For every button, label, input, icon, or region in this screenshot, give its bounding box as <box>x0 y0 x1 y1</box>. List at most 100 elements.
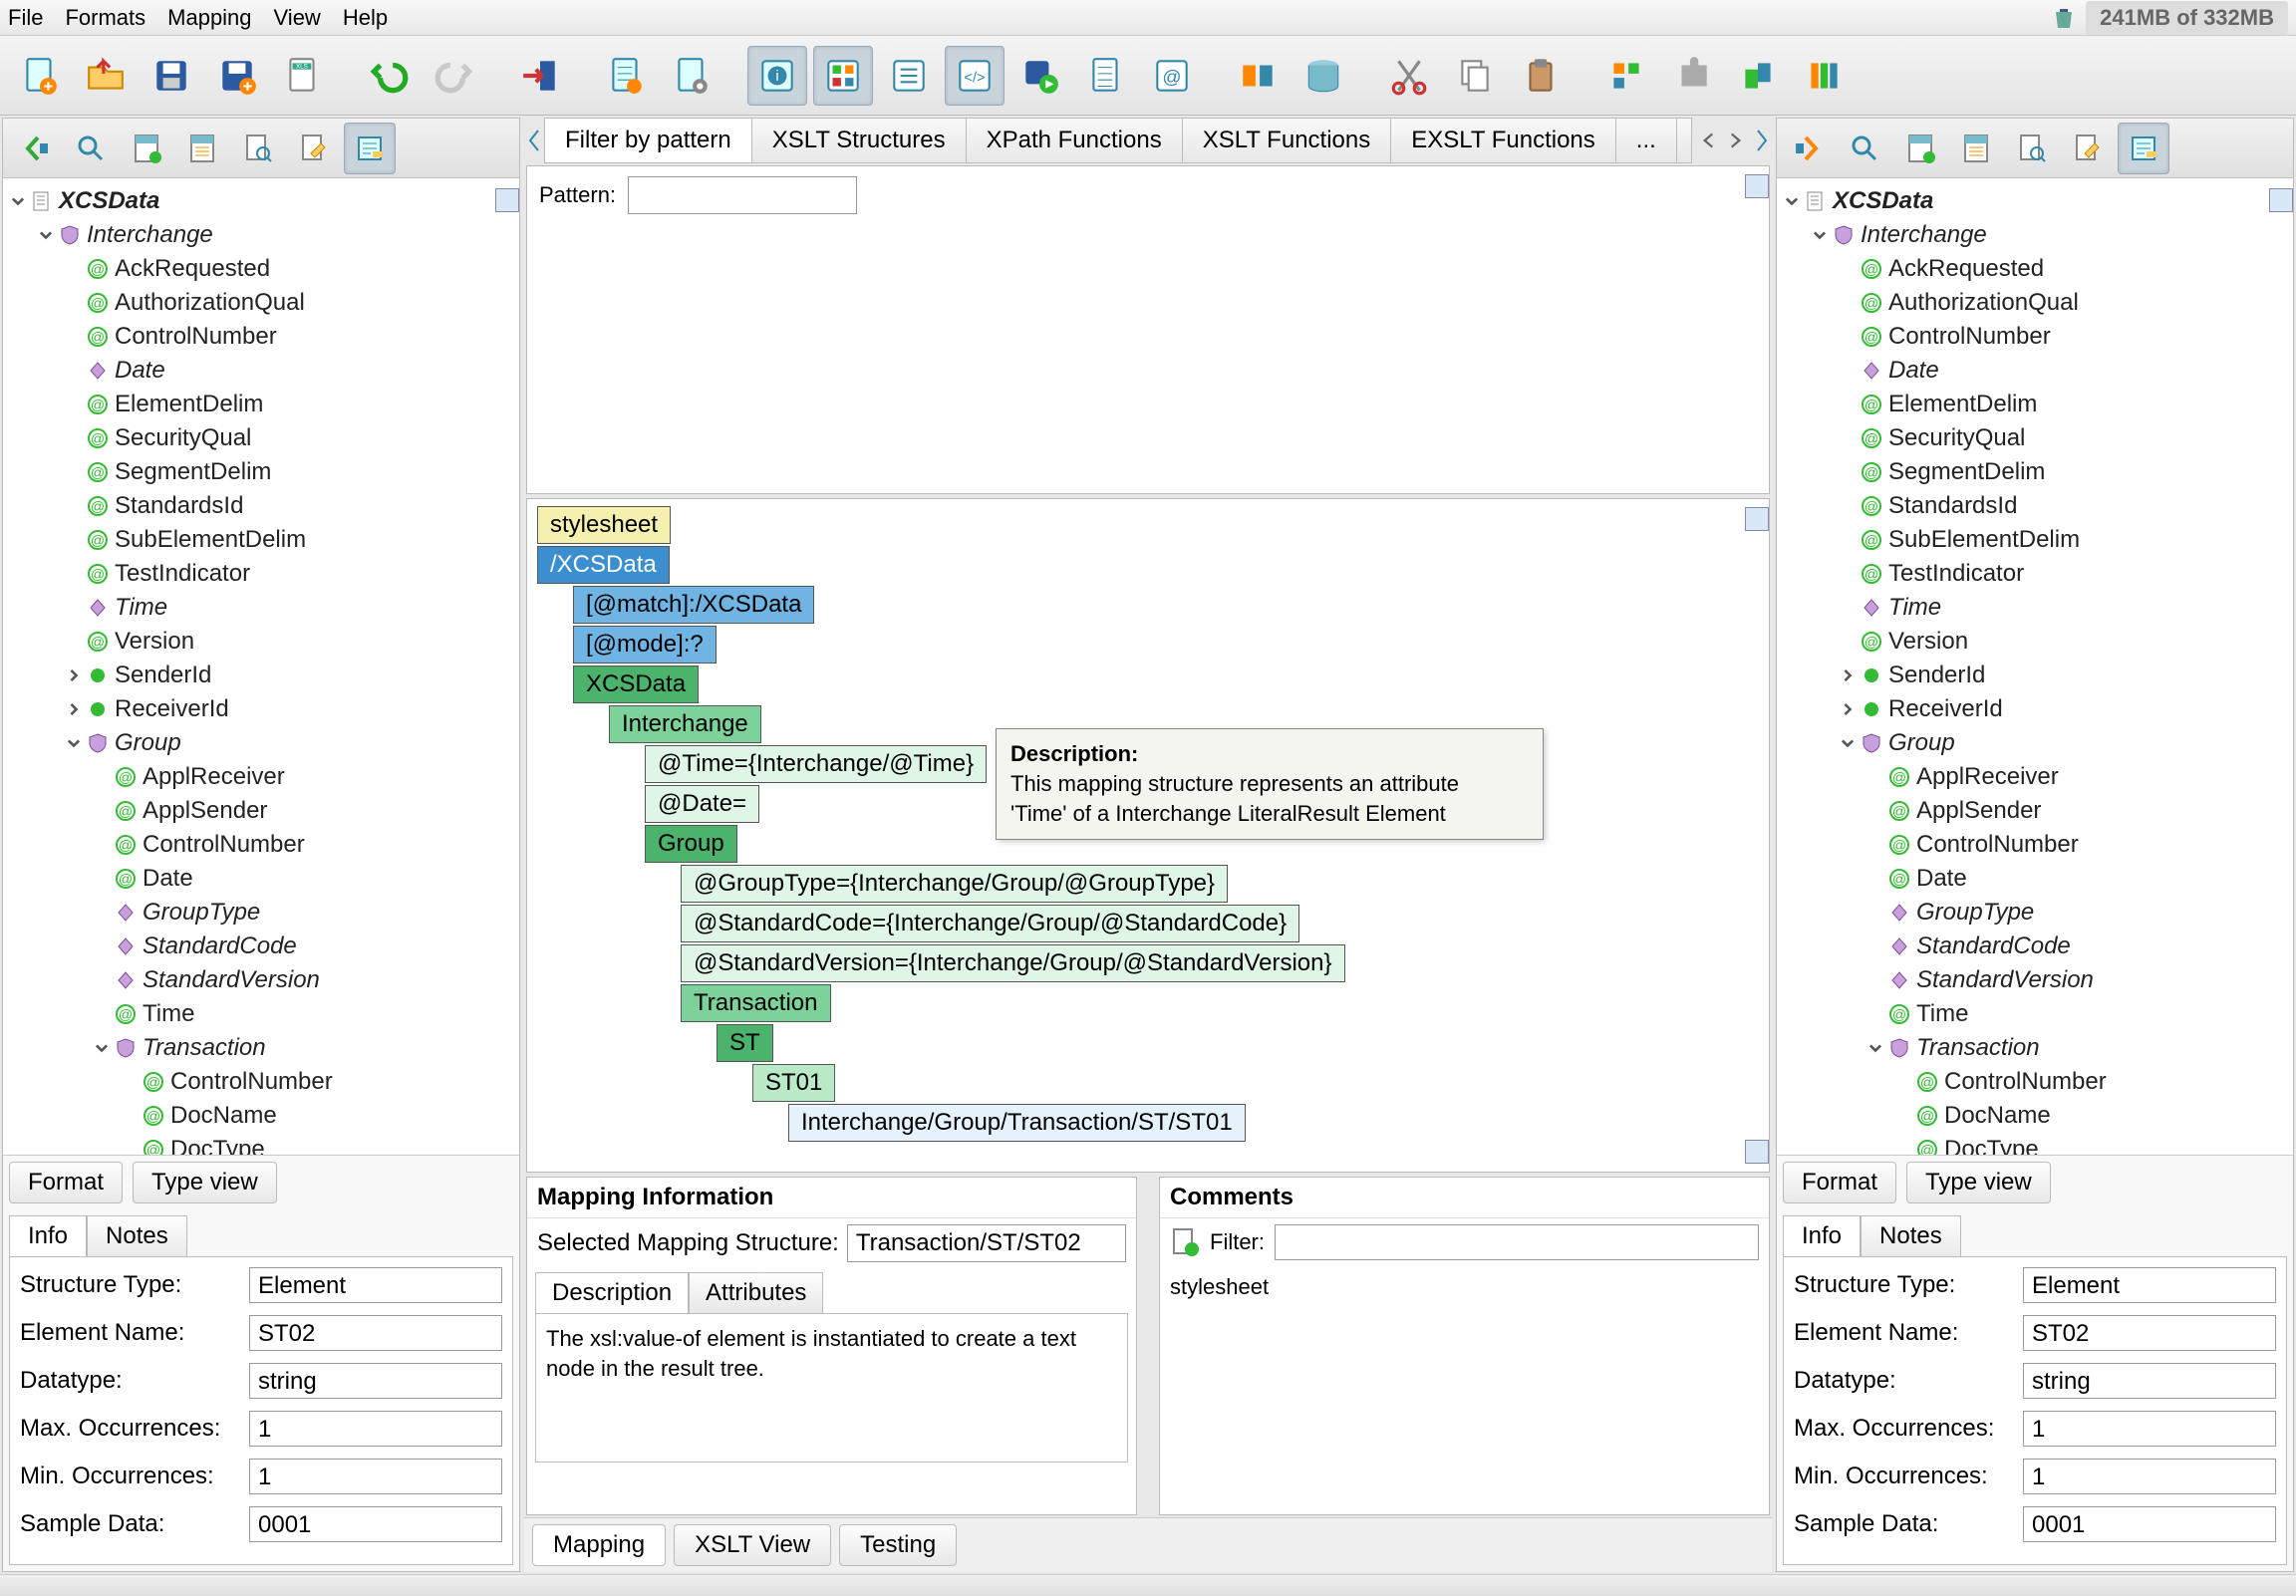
mapping-row[interactable]: XCSData <box>537 665 1763 704</box>
expand-icon[interactable] <box>1894 1141 1912 1155</box>
doc-edit-button[interactable] <box>288 123 340 174</box>
tree-row[interactable]: ReceiverId <box>1783 692 2287 726</box>
comments-filter-input[interactable] <box>1275 1224 1759 1260</box>
mapping-node[interactable]: stylesheet <box>537 506 671 544</box>
doc-find-button[interactable] <box>232 123 284 174</box>
scroll-up-icon[interactable] <box>2269 188 2293 212</box>
left-tree[interactable]: XCSData Interchange @ AckRequested @ Aut… <box>3 178 519 1155</box>
tree-row[interactable]: SenderId <box>1783 659 2287 692</box>
mapping-row[interactable]: stylesheet <box>537 505 1763 545</box>
tree-row[interactable]: @ AuthorizationQual <box>9 286 513 320</box>
expand-icon[interactable] <box>1811 226 1829 244</box>
find-button[interactable] <box>65 123 117 174</box>
tab-xpath-functions[interactable]: XPath Functions <box>967 119 1183 162</box>
tree-row[interactable]: @ ControlNumber <box>9 1065 513 1099</box>
expand-icon[interactable] <box>1866 836 1884 854</box>
expand-icon[interactable] <box>65 531 83 549</box>
tab-xslt-functions[interactable]: XSLT Functions <box>1183 119 1392 162</box>
save-button[interactable] <box>142 46 201 106</box>
expand-icon[interactable] <box>1839 294 1857 312</box>
tree-row[interactable]: @ AckRequested <box>1783 252 2287 286</box>
tree-row[interactable]: @ Date <box>9 862 513 896</box>
gc-icon[interactable] <box>2052 6 2076 30</box>
tab-info[interactable]: Info <box>9 1215 87 1256</box>
doc-settings-button[interactable] <box>596 46 656 106</box>
tree-row[interactable]: @ Version <box>1783 625 2287 659</box>
mapping-row[interactable]: /XCSData <box>537 545 1763 585</box>
merge-button[interactable] <box>1228 46 1288 106</box>
mapping-row[interactable]: @StandardVersion={Interchange/Group/@Sta… <box>537 943 1763 983</box>
redo-button[interactable] <box>425 46 484 106</box>
tab-filter-by-pattern[interactable]: Filter by pattern <box>545 119 752 162</box>
collapse-select-out-button[interactable] <box>1783 123 1835 174</box>
expand-icon[interactable] <box>65 565 83 583</box>
expand-icon[interactable] <box>121 1073 139 1091</box>
tree-row[interactable]: GroupType <box>1783 896 2287 930</box>
mapping-node[interactable]: Interchange <box>609 705 761 743</box>
tree-row[interactable]: GroupType <box>9 896 513 930</box>
tab-xslt-structures[interactable]: XSLT Structures <box>752 119 967 162</box>
notes-list-button[interactable] <box>1950 123 2002 174</box>
tab-format[interactable]: Format <box>9 1162 123 1203</box>
tree-row[interactable]: @ StandardsId <box>1783 489 2287 523</box>
menu-file[interactable]: File <box>8 5 43 31</box>
tree-row[interactable]: @ Date <box>1783 862 2287 896</box>
expand-icon[interactable] <box>1866 971 1884 989</box>
mapping-node[interactable]: ST01 <box>752 1064 835 1102</box>
expand-icon[interactable] <box>1839 700 1857 718</box>
grid-view-button[interactable] <box>813 46 873 106</box>
layers-button[interactable] <box>1728 46 1788 106</box>
attr-view-button[interactable]: @ <box>1142 46 1202 106</box>
tree-row[interactable]: @ StandardsId <box>9 489 513 523</box>
mapping-node[interactable]: @GroupType={Interchange/Group/@GroupType… <box>681 865 1228 903</box>
export-xls-button[interactable]: XLS <box>273 46 333 106</box>
scroll-up-icon[interactable] <box>495 188 519 212</box>
tree-row[interactable]: StandardVersion <box>1783 963 2287 997</box>
expand-icon[interactable] <box>1839 396 1857 413</box>
expand-icon[interactable] <box>93 870 111 888</box>
tree-row[interactable]: @ ControlNumber <box>1783 320 2287 354</box>
tree-row[interactable]: ReceiverId <box>9 692 513 726</box>
blocks-button[interactable] <box>1596 46 1656 106</box>
tree-row[interactable]: StandardVersion <box>9 963 513 997</box>
mapping-node[interactable]: @Time={Interchange/@Time} <box>645 745 987 783</box>
tree-row[interactable]: @ ControlNumber <box>9 320 513 354</box>
tree-row[interactable]: @ SubElementDelim <box>9 523 513 557</box>
mapping-row[interactable]: Interchange/Group/Transaction/ST/ST01 <box>537 1103 1763 1143</box>
scroll-down-icon[interactable] <box>1745 1140 1769 1164</box>
expand-icon[interactable] <box>65 328 83 346</box>
tree-row[interactable]: @ DocType <box>9 1133 513 1155</box>
tab-more[interactable]: ... <box>1616 119 1677 162</box>
undo-button[interactable] <box>359 46 419 106</box>
mapping-node[interactable]: Interchange/Group/Transaction/ST/ST01 <box>788 1104 1246 1142</box>
tree-row[interactable]: @ ApplSender <box>9 794 513 828</box>
expand-icon[interactable] <box>1839 260 1857 278</box>
menu-view[interactable]: View <box>274 5 321 31</box>
expand-icon[interactable] <box>65 599 83 617</box>
expand-icon[interactable] <box>1839 531 1857 549</box>
puzzle-button[interactable] <box>1662 46 1722 106</box>
tree-row[interactable]: @ DocType <box>1783 1133 2287 1155</box>
expand-icon[interactable] <box>1783 192 1801 210</box>
tab-mapping[interactable]: Mapping <box>532 1524 666 1566</box>
doc-list-button[interactable] <box>1076 46 1136 106</box>
tab-xslt-view[interactable]: XSLT View <box>674 1524 831 1566</box>
expand-icon[interactable] <box>1866 768 1884 786</box>
tab-nav-prev-icon[interactable] <box>1698 130 1720 151</box>
mapping-row[interactable]: @StandardCode={Interchange/Group/@Standa… <box>537 904 1763 943</box>
pattern-input[interactable] <box>628 176 857 214</box>
tree-row[interactable]: @ DocName <box>9 1099 513 1133</box>
tree-row[interactable]: @ ControlNumber <box>9 828 513 862</box>
filter-icon[interactable] <box>1170 1227 1200 1257</box>
mapping-node[interactable]: XCSData <box>573 665 699 703</box>
mapping-node[interactable]: /XCSData <box>537 546 670 584</box>
expand-icon[interactable] <box>65 294 83 312</box>
list-view-button[interactable] <box>879 46 939 106</box>
expand-icon[interactable] <box>93 768 111 786</box>
expand-icon[interactable] <box>1839 599 1857 617</box>
expand-icon[interactable] <box>37 226 55 244</box>
expand-icon[interactable] <box>1839 429 1857 447</box>
tree-row[interactable]: @ ApplReceiver <box>1783 760 2287 794</box>
tree-row[interactable]: @ ControlNumber <box>1783 1065 2287 1099</box>
expand-icon[interactable] <box>65 463 83 481</box>
